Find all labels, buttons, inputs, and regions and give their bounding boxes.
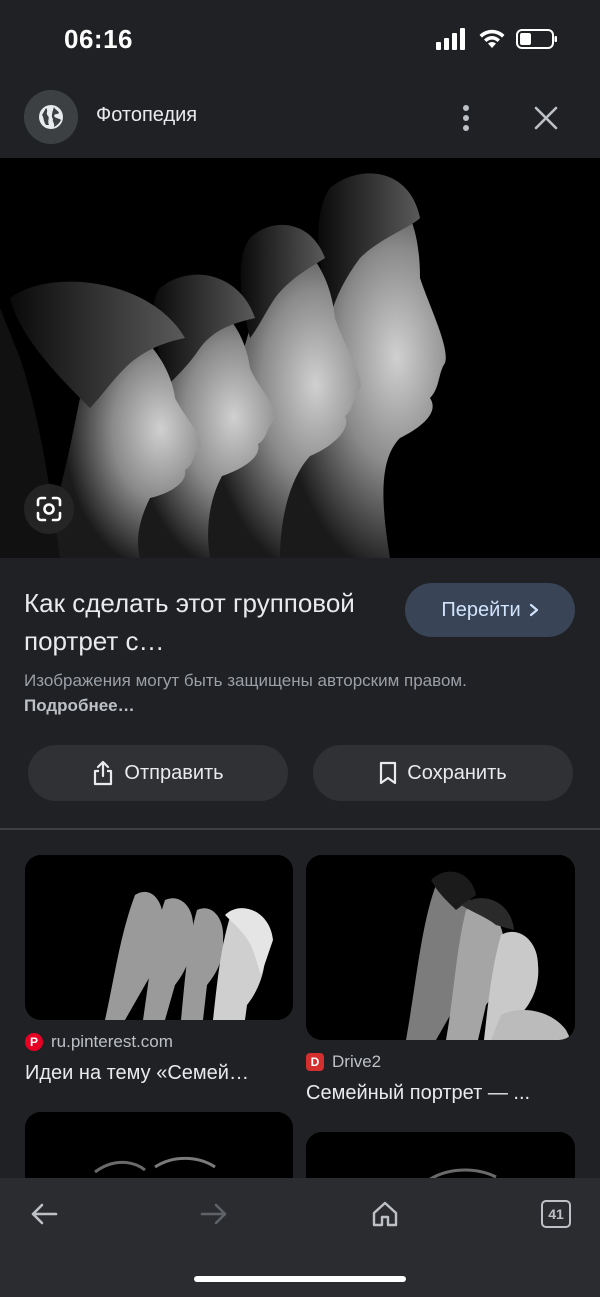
site-name[interactable]: Фотопедия bbox=[96, 104, 197, 127]
tab-count: 41 bbox=[541, 1200, 571, 1228]
arrow-left-icon bbox=[31, 1203, 58, 1225]
home-indicator[interactable] bbox=[194, 1276, 406, 1282]
copyright-text: Изображения могут быть защищены авторски… bbox=[24, 671, 467, 690]
clock: 06:16 bbox=[64, 24, 133, 54]
share-icon bbox=[94, 760, 113, 786]
pinterest-icon: P bbox=[25, 1033, 43, 1051]
learn-more-link[interactable]: Подробнее… bbox=[24, 696, 135, 715]
save-button[interactable]: Сохранить bbox=[313, 745, 573, 801]
more-options-icon[interactable] bbox=[450, 98, 482, 138]
related-caption[interactable]: Идеи на тему «Семей… bbox=[25, 1062, 249, 1085]
related-thumbnail[interactable] bbox=[25, 855, 293, 1020]
related-source-name: ru.pinterest.com bbox=[51, 1032, 173, 1051]
visit-button[interactable]: Перейти bbox=[405, 583, 575, 637]
globe-icon bbox=[39, 105, 63, 129]
lens-search-button[interactable] bbox=[24, 484, 74, 534]
copyright-notice: Изображения могут быть защищены авторски… bbox=[24, 668, 544, 718]
lens-icon bbox=[36, 496, 62, 522]
back-button[interactable] bbox=[14, 1192, 74, 1236]
related-caption[interactable]: Семейный портрет — ... bbox=[306, 1082, 530, 1105]
battery-icon bbox=[516, 29, 557, 49]
related-thumbnail[interactable] bbox=[306, 855, 575, 1040]
main-image[interactable] bbox=[0, 158, 600, 558]
related-source[interactable]: P ru.pinterest.com bbox=[25, 1032, 173, 1052]
drive2-icon: D bbox=[306, 1053, 324, 1071]
visit-button-label: Перейти bbox=[441, 598, 521, 621]
bookmark-icon bbox=[380, 761, 397, 785]
share-button[interactable]: Отправить bbox=[28, 745, 288, 801]
signal-icon bbox=[436, 28, 465, 50]
share-button-label: Отправить bbox=[124, 761, 224, 784]
save-button-label: Сохранить bbox=[407, 761, 507, 784]
viewer-header: Фотопедия bbox=[0, 82, 600, 158]
result-title[interactable]: Как сделать этот групповой портрет с… bbox=[24, 584, 384, 660]
status-icons bbox=[436, 28, 558, 50]
home-icon bbox=[372, 1201, 398, 1227]
chevron-right-icon bbox=[529, 603, 538, 617]
arrow-right-icon bbox=[200, 1203, 227, 1225]
home-button[interactable] bbox=[355, 1192, 415, 1236]
site-favicon[interactable] bbox=[24, 90, 78, 144]
wifi-icon bbox=[479, 29, 505, 48]
divider bbox=[0, 828, 600, 830]
related-source[interactable]: D Drive2 bbox=[306, 1052, 381, 1072]
tabs-button[interactable]: 41 bbox=[526, 1192, 586, 1236]
forward-button[interactable] bbox=[184, 1192, 244, 1236]
related-source-name: Drive2 bbox=[332, 1052, 382, 1071]
status-bar: 06:16 bbox=[0, 0, 600, 82]
close-icon[interactable] bbox=[528, 98, 564, 138]
